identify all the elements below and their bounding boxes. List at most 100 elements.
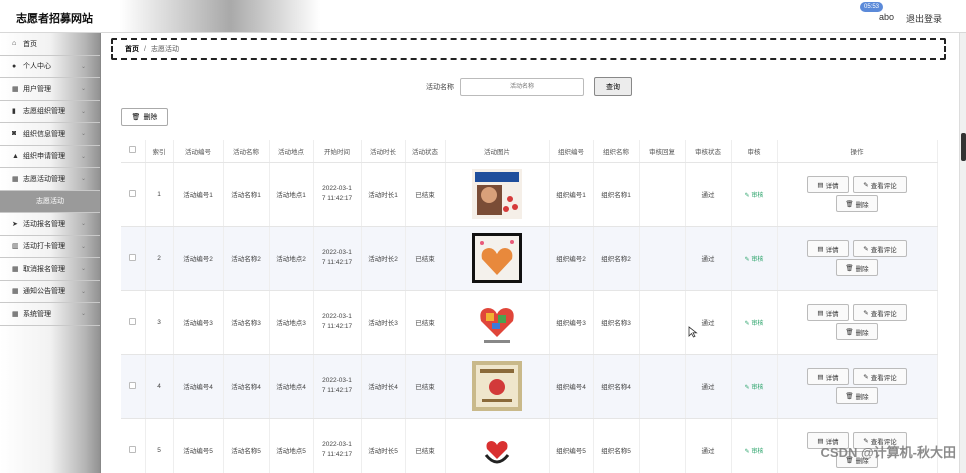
sidebar-item-9[interactable]: ▥ 活动打卡管理 ⌄ — [0, 236, 100, 258]
sidebar-item-label: 首页 — [23, 40, 37, 48]
sidebar-item-label: 个人中心 — [23, 63, 51, 71]
main-content: 首页 / 志愿活动 活动名称 查询 🗑 删除 索引活动编号活动名称活动地点开始时… — [101, 33, 959, 473]
cell-review: ✎ 审核 — [731, 418, 778, 473]
view-comments-button[interactable]: ✎ 查看评论 — [853, 240, 907, 257]
cell-duration: 活动时长4 — [361, 354, 406, 419]
column-header: 索引 — [145, 140, 174, 163]
row-checkbox-cell[interactable] — [121, 162, 146, 227]
delete-label: 删除 — [855, 201, 869, 209]
cell-name: 活动名称5 — [223, 418, 270, 473]
cell-image — [445, 418, 550, 473]
batch-delete-button[interactable]: 🗑 删除 — [121, 108, 168, 126]
review-link[interactable]: ✎ 审核 — [745, 321, 764, 327]
delete-button[interactable]: 🗑 删除 — [836, 323, 878, 340]
delete-button[interactable]: 🗑 删除 — [836, 387, 878, 404]
sidebar-item-3[interactable]: ▮ 志愿组织管理 ⌄ — [0, 101, 100, 123]
page-scrollbar[interactable] — [959, 33, 966, 473]
breadcrumb-home[interactable]: 首页 — [125, 44, 139, 54]
sidebar-item-1[interactable]: ● 个人中心 ⌄ — [0, 56, 100, 78]
row-checkbox[interactable] — [129, 253, 137, 261]
detail-button[interactable]: ▤ 详情 — [807, 368, 849, 385]
cell-place: 活动地点5 — [269, 418, 314, 473]
cell-code: 活动编号4 — [173, 354, 224, 419]
review-link[interactable]: ✎ 审核 — [745, 257, 764, 263]
row-checkbox[interactable] — [129, 445, 137, 453]
search-button[interactable]: 查询 — [594, 77, 632, 96]
search-bar: 活动名称 查询 — [426, 77, 632, 96]
delete-button[interactable]: 🗑 删除 — [836, 259, 878, 276]
actions-row-1: ▤ 详情 ✎ 查看评论 — [780, 304, 935, 321]
cell-start-time: 2022-03-1 7 11:42:17 — [313, 290, 362, 355]
cell-actions: ▤ 详情 ✎ 查看评论 🗑 删除 — [777, 226, 938, 291]
sidebar-item-4[interactable]: ◙ 组织信息管理 ⌄ — [0, 123, 100, 146]
column-header: 操作 — [777, 140, 938, 163]
select-all-checkbox[interactable] — [129, 146, 137, 154]
row-checkbox-cell[interactable] — [121, 226, 146, 291]
sidebar-item-2[interactable]: ▦ 用户管理 ⌄ — [0, 78, 100, 101]
send-icon: ➤ — [12, 220, 18, 228]
start-time: 2022-03-1 7 11:42:17 — [316, 312, 359, 332]
actions-row-2: 🗑 删除 — [780, 195, 935, 212]
delete-button[interactable]: 🗑 删除 — [836, 195, 878, 212]
cell-actions: ▤ 详情 ✎ 查看评论 🗑 删除 — [777, 290, 938, 355]
row-checkbox-cell[interactable] — [121, 354, 146, 419]
actions-row-2: 🗑 删除 — [780, 259, 935, 276]
review-link[interactable]: ✎ 审核 — [745, 385, 764, 391]
breadcrumb: 首页 / 志愿活动 — [111, 38, 946, 60]
chevron-down-icon: ⌄ — [80, 176, 86, 182]
detail-button[interactable]: ▤ 详情 — [807, 176, 849, 193]
column-header: 活动编号 — [173, 140, 224, 163]
cell-org_code: 组织编号4 — [549, 354, 594, 419]
cell-review: ✎ 审核 — [731, 290, 778, 355]
sidebar-item-10[interactable]: ▦ 取消报名管理 ⌄ — [0, 258, 100, 281]
detail-button[interactable]: ▤ 详情 — [807, 240, 849, 257]
sidebar-item-0[interactable]: ⌂ 首页 — [0, 33, 100, 56]
row-checkbox-cell[interactable] — [121, 418, 146, 473]
view-comments-button[interactable]: ✎ 查看评论 — [853, 368, 907, 385]
sidebar-item-5[interactable]: ▲ 组织申请管理 ⌄ — [0, 146, 100, 168]
cell-name: 活动名称3 — [223, 290, 270, 355]
sidebar-item-11[interactable]: ▦ 通知公告管理 ⌄ — [0, 281, 100, 303]
review-label: 审核 — [751, 384, 764, 391]
sidebar-item-8[interactable]: ➤ 活动报名管理 ⌄ — [0, 213, 100, 236]
column-header: 审核状态 — [685, 140, 732, 163]
review-link[interactable]: ✎ 审核 — [745, 449, 764, 455]
trash-icon: 🗑 — [131, 114, 141, 121]
cell-org_name: 组织名称2 — [593, 226, 640, 291]
row-checkbox-cell[interactable] — [121, 290, 146, 355]
comment-label: 查看评论 — [870, 310, 897, 318]
review-label: 审核 — [751, 256, 764, 263]
sidebar-item-label: 通知公告管理 — [23, 288, 65, 296]
review-link[interactable]: ✎ 审核 — [745, 193, 764, 199]
cell-org_name: 组织名称3 — [593, 290, 640, 355]
search-input[interactable] — [460, 77, 584, 96]
cell-review_status: 通过 — [685, 354, 732, 419]
cell-name: 活动名称4 — [223, 354, 270, 419]
sidebar-item-7[interactable]: 志愿活动 — [0, 190, 100, 213]
cell-review_status: 通过 — [685, 418, 732, 473]
clock-badge: 05:53 — [860, 2, 884, 12]
column-header: 活动地点 — [269, 140, 314, 163]
breadcrumb-separator: / — [144, 45, 146, 53]
logout-link[interactable]: 退出登录 — [906, 12, 942, 25]
table-row: 4 活动编号4 活动名称4 活动地点4 2022-03-1 7 11:42:17 活动时长4… — [121, 354, 938, 419]
sidebar-item-label: 取消报名管理 — [23, 265, 65, 273]
review-label: 审核 — [751, 192, 764, 199]
row-checkbox[interactable] — [129, 317, 137, 325]
column-header[interactable] — [121, 140, 146, 163]
view-comments-button[interactable]: ✎ 查看评论 — [853, 304, 907, 321]
person-icon: ▲ — [12, 152, 19, 160]
cell-org_name: 组织名称4 — [593, 354, 640, 419]
row-checkbox[interactable] — [129, 189, 137, 197]
trash-icon: 🗑 — [845, 328, 854, 336]
sidebar-item-12[interactable]: ▦ 系统管理 ⌄ — [0, 303, 100, 326]
detail-button[interactable]: ▤ 详情 — [807, 304, 849, 321]
actions-row-1: ▤ 详情 ✎ 查看评论 — [780, 240, 935, 257]
view-comments-button[interactable]: ✎ 查看评论 — [853, 176, 907, 193]
cell-review: ✎ 审核 — [731, 226, 778, 291]
cell-review_status: 通过 — [685, 226, 732, 291]
sidebar-item-6[interactable]: ▦ 志愿活动管理 ⌄ — [0, 168, 100, 191]
row-checkbox[interactable] — [129, 381, 137, 389]
cell-status: 已结束 — [405, 290, 446, 355]
scrollbar-thumb[interactable] — [961, 133, 966, 161]
